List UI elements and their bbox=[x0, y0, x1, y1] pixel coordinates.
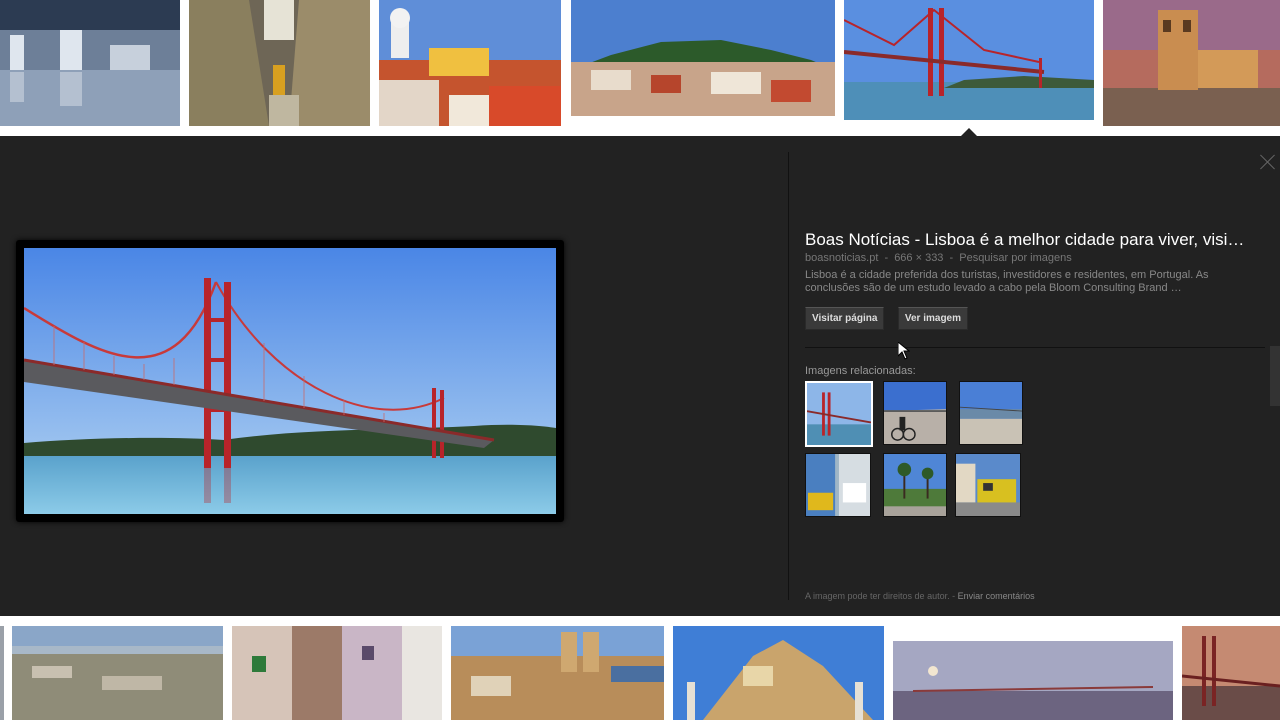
thumbnail-lisbon-street-tram[interactable] bbox=[189, 0, 370, 126]
image-title[interactable]: Boas Notícias - Lisboa é a melhor cidade… bbox=[805, 230, 1263, 250]
copyright-notice: A imagem pode ter direitos de autor. bbox=[805, 591, 950, 601]
view-image-button[interactable]: Ver imagem bbox=[897, 307, 969, 330]
thumbnail-lisbon-colorful-buildings[interactable] bbox=[232, 626, 442, 720]
thumbnail-lisbon-waterfront[interactable] bbox=[0, 0, 180, 126]
visit-page-button[interactable]: Visitar página bbox=[805, 307, 885, 330]
related-image-river-bridge[interactable] bbox=[959, 381, 1023, 445]
action-buttons: Visitar página Ver imagem bbox=[805, 307, 977, 330]
thumbnail-lisbon-se-cathedral[interactable] bbox=[451, 626, 664, 720]
thumbnail-lisbon-city-aerial[interactable] bbox=[12, 626, 223, 720]
image-description: Lisboa é a cidade preferida dos turistas… bbox=[805, 269, 1209, 294]
thumbnail-ponte-25-abril-sunset[interactable] bbox=[1182, 626, 1280, 720]
related-image-bridge[interactable] bbox=[805, 381, 873, 447]
image-preview-panel: Boas Notícias - Lisboa é a melhor cidade… bbox=[0, 136, 1280, 616]
image-meta: boasnoticias.pt - 666 × 333 - Pesquisar … bbox=[805, 252, 1265, 264]
close-icon[interactable] bbox=[1258, 152, 1278, 172]
copyright-footer: A imagem pode ter direitos de autor. - E… bbox=[805, 591, 1035, 601]
send-feedback-link[interactable]: Enviar comentários bbox=[958, 591, 1035, 601]
top-thumbnail-strip bbox=[0, 0, 1280, 136]
related-images-label: Imagens relacionadas: bbox=[805, 365, 916, 377]
search-by-image-link[interactable]: Pesquisar por imagens bbox=[959, 252, 1072, 264]
thumbnail-torre-de-belem[interactable] bbox=[1103, 0, 1280, 126]
image-source[interactable]: boasnoticias.pt bbox=[805, 252, 878, 264]
panel-divider bbox=[788, 152, 789, 600]
related-image-palm-square[interactable] bbox=[883, 453, 947, 517]
related-image-cyclist-pier[interactable] bbox=[883, 381, 947, 445]
thumbnail-ponte-25-abril[interactable] bbox=[844, 0, 1094, 120]
bottom-thumbnail-strip bbox=[0, 616, 1280, 720]
thumbnail-lisbon-hill-panorama[interactable] bbox=[571, 0, 835, 116]
related-image-yellow-tram[interactable] bbox=[955, 453, 1021, 517]
thumbnail-lisbon-sunset-bridge[interactable] bbox=[893, 641, 1173, 720]
related-image-yellow-car-ferry[interactable] bbox=[805, 453, 871, 517]
footer-separator: - bbox=[952, 591, 956, 601]
thumbnail-lisbon-rooftops[interactable] bbox=[379, 0, 561, 126]
section-divider bbox=[805, 347, 1265, 348]
image-info: Boas Notícias - Lisboa é a melhor cidade… bbox=[805, 230, 1265, 295]
preview-image[interactable] bbox=[16, 240, 564, 522]
thumbnail-lisbon-castle-hill[interactable] bbox=[673, 626, 884, 720]
thumbnail-edge-left[interactable] bbox=[0, 626, 4, 720]
next-arrow-tab[interactable] bbox=[1270, 346, 1280, 406]
meta-separator-2: - bbox=[949, 252, 954, 264]
image-dimensions: 666 × 333 bbox=[894, 252, 944, 264]
meta-separator: - bbox=[884, 252, 889, 264]
